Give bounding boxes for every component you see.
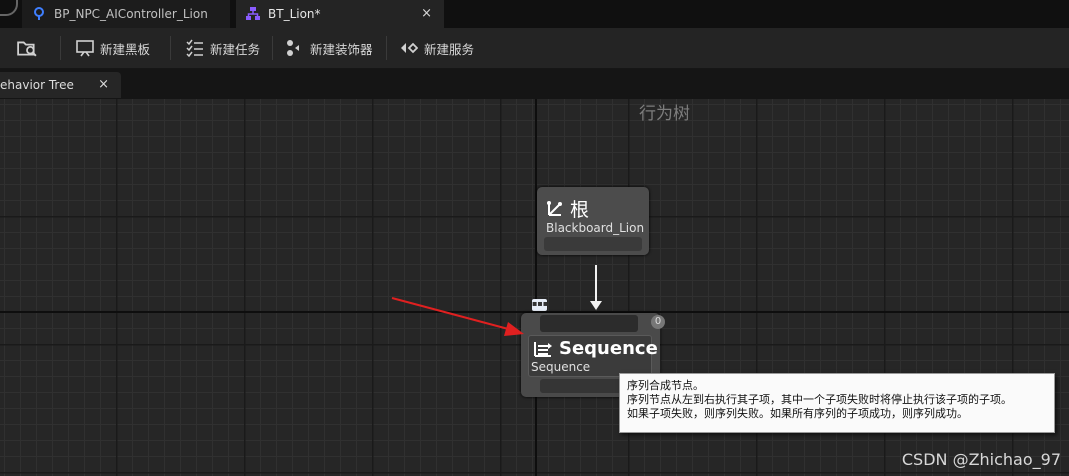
close-icon[interactable]: × [98, 77, 109, 92]
panel-tab-strip [0, 69, 1069, 99]
blackboard-icon [76, 40, 94, 57]
red-annotation-arrow [391, 297, 524, 336]
root-node-title-row: 根 [546, 195, 589, 222]
tab-label: BT_Lion* [268, 7, 321, 21]
watermark: CSDN @Zhichao_97 [901, 450, 1061, 469]
behavior-tree-icon [246, 7, 260, 20]
partial-icon [0, 0, 18, 16]
new-blackboard-button[interactable]: 新建黑板 [76, 36, 150, 60]
document-tab-bar: BP_NPC_AIController_Lion BT_Lion* × [0, 0, 1069, 28]
root-node-title: 根 [570, 199, 590, 221]
browse-button[interactable] [16, 36, 44, 60]
toolbar-separator [386, 36, 387, 60]
toolbar-separator [170, 36, 171, 60]
root-branch-icon [547, 200, 562, 216]
sequence-input-pin[interactable] [540, 315, 638, 332]
grid-axis-vertical [535, 99, 537, 476]
node-tooltip: 序列合成节点。 序列节点从左到右执行其子项，其中一个子项失败时将停止执行该子项的… [619, 373, 1055, 433]
root-output-pin[interactable] [544, 237, 642, 251]
folder-search-icon [17, 41, 37, 57]
new-decorator-button[interactable]: 新建装饰器 [286, 36, 373, 60]
connection-wire [595, 265, 597, 303]
tab-label: BP_NPC_AIController_Lion [54, 7, 208, 21]
tab-behavior-tree-panel[interactable]: ehavior Tree × [0, 72, 121, 98]
root-node-subtitle: Blackboard_Lion [546, 221, 645, 235]
behavior-tree-graph[interactable]: 行为树 根 Blackboard_Lion ▪▪▪ Sequence Seque… [0, 99, 1069, 476]
panel-tab-label: ehavior Tree [0, 78, 74, 92]
sequence-node-title: Sequence [559, 338, 658, 359]
new-blackboard-label: 新建黑板 [100, 41, 151, 57]
new-decorator-label: 新建装饰器 [310, 41, 373, 57]
new-service-button[interactable]: 新建服务 [400, 36, 474, 60]
comment-bubble-icon[interactable]: ▪▪▪ [532, 299, 548, 311]
sequence-icon [534, 341, 552, 357]
new-task-label: 新建任务 [210, 41, 261, 57]
graph-title: 行为树 [639, 104, 690, 124]
toolbar-separator [272, 36, 273, 60]
toolbar-separator [60, 36, 61, 60]
new-service-label: 新建服务 [424, 41, 475, 57]
root-node[interactable]: 根 Blackboard_Lion [537, 187, 649, 255]
toolbar: 新建黑板 新建任务 新建装饰器 新建服务 [0, 28, 1069, 69]
tab-ai-controller[interactable]: BP_NPC_AIController_Lion [22, 0, 230, 28]
execution-order-badge: 0 [651, 315, 665, 329]
tooltip-line: 序列节点从左到右执行其子项，其中一个子项失败时将停止执行该子项的子项。 [627, 393, 1012, 406]
tooltip-line: 序列合成节点。 [627, 379, 704, 392]
sequence-node-subtitle: Sequence [531, 360, 591, 374]
connection-arrowhead [590, 301, 602, 310]
tooltip-line: 如果子项失败，则序列失败。如果所有序列的子项成功，则序列成功。 [627, 407, 968, 420]
tab-close-icon[interactable]: × [421, 6, 432, 21]
service-icon [401, 42, 418, 54]
sequence-node-body: Sequence Sequence [528, 335, 658, 377]
task-list-icon [186, 39, 203, 57]
sequence-title-row: Sequence [533, 338, 658, 359]
tab-bt-lion[interactable]: BT_Lion* × [236, 0, 444, 28]
ai-controller-icon [34, 7, 44, 20]
new-task-button[interactable]: 新建任务 [186, 36, 260, 60]
decorator-icon [287, 40, 299, 56]
